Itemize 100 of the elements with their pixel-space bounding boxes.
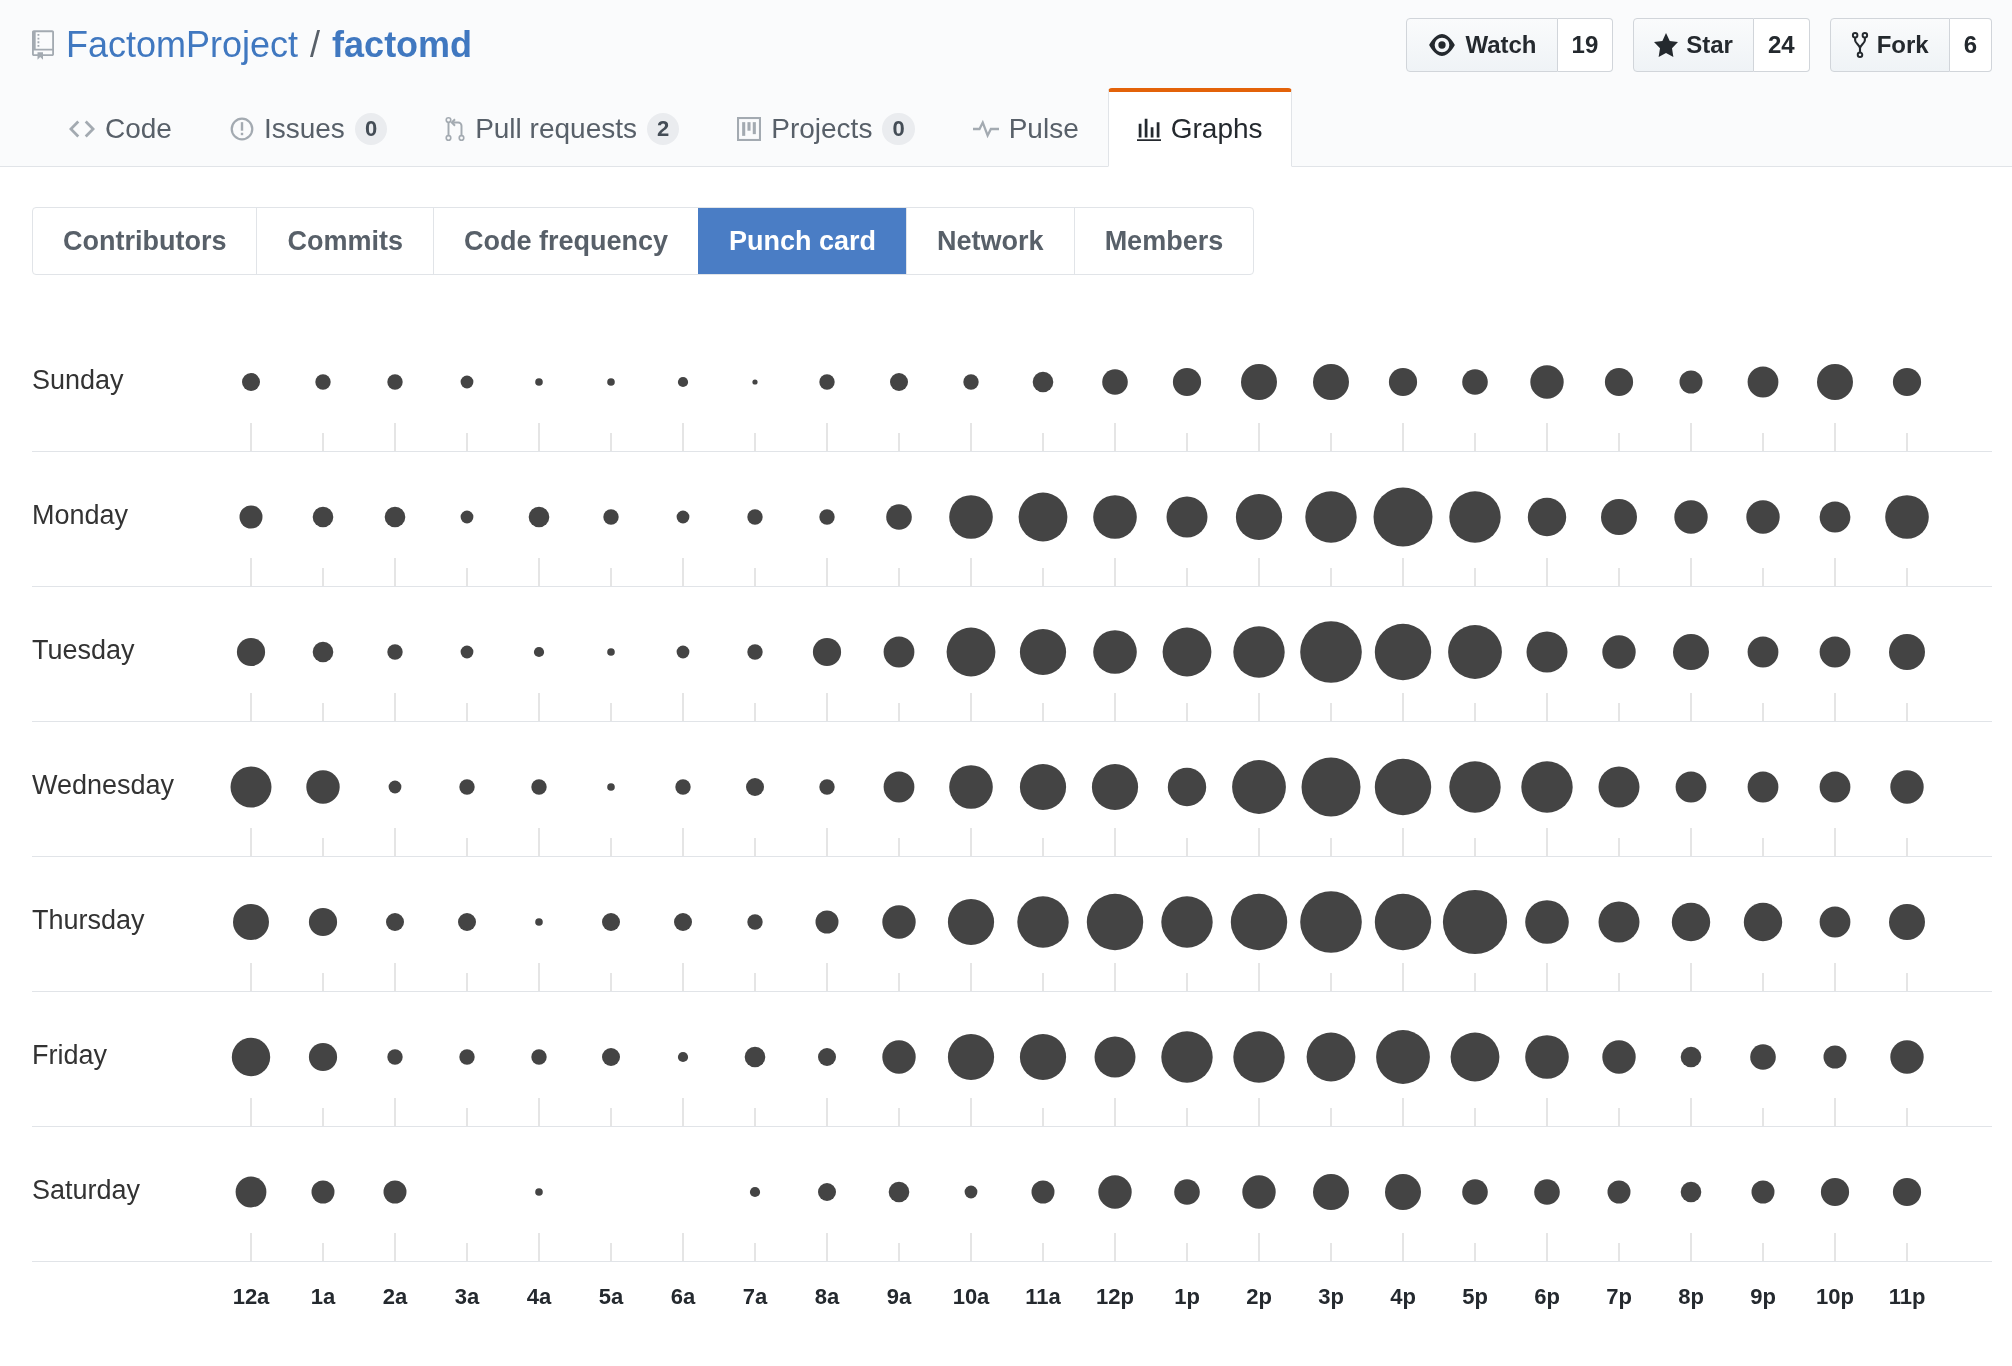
hour-label: 9p bbox=[1749, 1284, 1777, 1310]
punch-dot bbox=[315, 374, 331, 390]
project-icon bbox=[737, 117, 762, 141]
punch-dot bbox=[1241, 364, 1277, 400]
punch-dot bbox=[1820, 1177, 1850, 1207]
punch-dot bbox=[535, 918, 543, 926]
punch-dot bbox=[386, 913, 404, 931]
punch-dot bbox=[387, 374, 403, 390]
punch-dot bbox=[1530, 365, 1564, 399]
punch-dot bbox=[384, 506, 406, 528]
punch-dot bbox=[882, 905, 916, 939]
nav-tab[interactable]: Pulse bbox=[943, 88, 1108, 167]
fork-icon bbox=[1850, 32, 1869, 58]
punch-dot bbox=[1017, 896, 1069, 948]
punch-dot bbox=[1385, 1174, 1421, 1210]
punch-dot bbox=[460, 510, 474, 524]
subnav-tab[interactable]: Commits bbox=[256, 208, 433, 274]
punch-dot bbox=[1526, 631, 1568, 673]
hour-label: 9a bbox=[885, 1284, 913, 1310]
repo-owner-link[interactable]: FactomProject bbox=[66, 24, 299, 66]
punch-dot bbox=[1162, 627, 1212, 677]
punch-dot bbox=[607, 648, 615, 656]
counter-badge: 2 bbox=[647, 113, 680, 145]
hour-label: 6a bbox=[669, 1284, 697, 1310]
punch-dot bbox=[676, 510, 690, 524]
star-button[interactable]: Star bbox=[1633, 18, 1754, 72]
punch-dot bbox=[949, 495, 993, 539]
hour-label: 4a bbox=[525, 1284, 553, 1310]
hour-label: 2p bbox=[1245, 1284, 1273, 1310]
repo-name-link[interactable]: factomd bbox=[332, 24, 473, 66]
repo-icon bbox=[32, 30, 54, 60]
punch-dot bbox=[528, 506, 550, 528]
punch-dot bbox=[890, 373, 908, 391]
hour-label: 11p bbox=[1887, 1284, 1927, 1310]
punch-dot bbox=[1751, 1180, 1775, 1204]
punch-dot bbox=[1313, 1174, 1349, 1210]
punch-dot bbox=[747, 644, 763, 660]
punch-dot bbox=[1743, 902, 1783, 942]
watch-button[interactable]: Watch bbox=[1406, 18, 1558, 72]
punch-dot bbox=[306, 770, 340, 804]
nav-tab[interactable]: Graphs bbox=[1107, 88, 1292, 167]
punch-dot bbox=[1242, 1175, 1276, 1209]
punch-dot bbox=[1680, 1181, 1702, 1203]
punch-dot bbox=[818, 1048, 836, 1066]
punch-dot bbox=[1747, 636, 1779, 668]
punch-dot bbox=[236, 637, 266, 667]
punch-dot bbox=[308, 1042, 338, 1072]
punch-dot bbox=[383, 1180, 407, 1204]
punch-dot bbox=[1098, 1175, 1132, 1209]
punch-dot bbox=[883, 636, 915, 668]
punch-dot bbox=[602, 913, 620, 931]
social-count[interactable]: 19 bbox=[1557, 18, 1614, 72]
punch-dot bbox=[1373, 487, 1433, 547]
punch-dot bbox=[1819, 906, 1851, 938]
punch-dot bbox=[676, 645, 690, 659]
punch-dot bbox=[1747, 771, 1779, 803]
nav-tab[interactable]: Code bbox=[40, 88, 201, 167]
punch-dot bbox=[311, 1180, 335, 1204]
punch-dot bbox=[607, 378, 615, 386]
punch-dot bbox=[531, 779, 547, 795]
punch-dot bbox=[815, 910, 839, 934]
issue-icon bbox=[229, 117, 254, 141]
punch-dot bbox=[1031, 1180, 1055, 1204]
punch-dot bbox=[1161, 1031, 1213, 1083]
social-count[interactable]: 6 bbox=[1949, 18, 1992, 72]
pull-request-icon bbox=[445, 116, 466, 142]
punch-dot bbox=[231, 1037, 271, 1077]
punch-dot bbox=[1885, 495, 1929, 539]
punch-dot bbox=[312, 641, 334, 663]
punch-dot bbox=[1093, 630, 1137, 674]
hour-label: 1p bbox=[1173, 1284, 1201, 1310]
punch-dot bbox=[677, 1051, 689, 1063]
punch-dot bbox=[1892, 1177, 1922, 1207]
punch-dot bbox=[1093, 495, 1137, 539]
punch-dot bbox=[1892, 367, 1922, 397]
subnav-tab[interactable]: Members bbox=[1073, 208, 1254, 274]
punch-dot bbox=[747, 914, 763, 930]
nav-tab[interactable]: Pull requests 2 bbox=[416, 88, 709, 167]
punch-dot bbox=[1680, 1046, 1702, 1068]
subnav-tab[interactable]: Contributors bbox=[33, 208, 257, 274]
punch-dot bbox=[242, 373, 260, 391]
nav-tab[interactable]: Issues 0 bbox=[200, 88, 417, 167]
hour-label: 5p bbox=[1461, 1284, 1489, 1310]
counter-badge: 0 bbox=[882, 113, 915, 145]
eye-icon bbox=[1427, 34, 1458, 56]
subnav-tab[interactable]: Network bbox=[906, 208, 1074, 274]
punch-dot bbox=[1890, 1040, 1924, 1074]
hour-label: 3a bbox=[453, 1284, 481, 1310]
punch-dot bbox=[1525, 1035, 1569, 1079]
nav-tab[interactable]: Projects 0 bbox=[708, 88, 944, 167]
punch-dot bbox=[888, 1181, 910, 1203]
punch-dot bbox=[460, 375, 474, 389]
punch-dot bbox=[747, 509, 763, 525]
social-count[interactable]: 24 bbox=[1753, 18, 1810, 72]
punch-dot bbox=[1388, 367, 1418, 397]
punch-dot bbox=[1305, 491, 1357, 543]
punch-dot bbox=[1819, 771, 1851, 803]
subnav-tab[interactable]: Punch card bbox=[698, 208, 907, 274]
counter-badge: 0 bbox=[354, 113, 388, 145]
fork-button[interactable]: Fork bbox=[1829, 18, 1950, 72]
